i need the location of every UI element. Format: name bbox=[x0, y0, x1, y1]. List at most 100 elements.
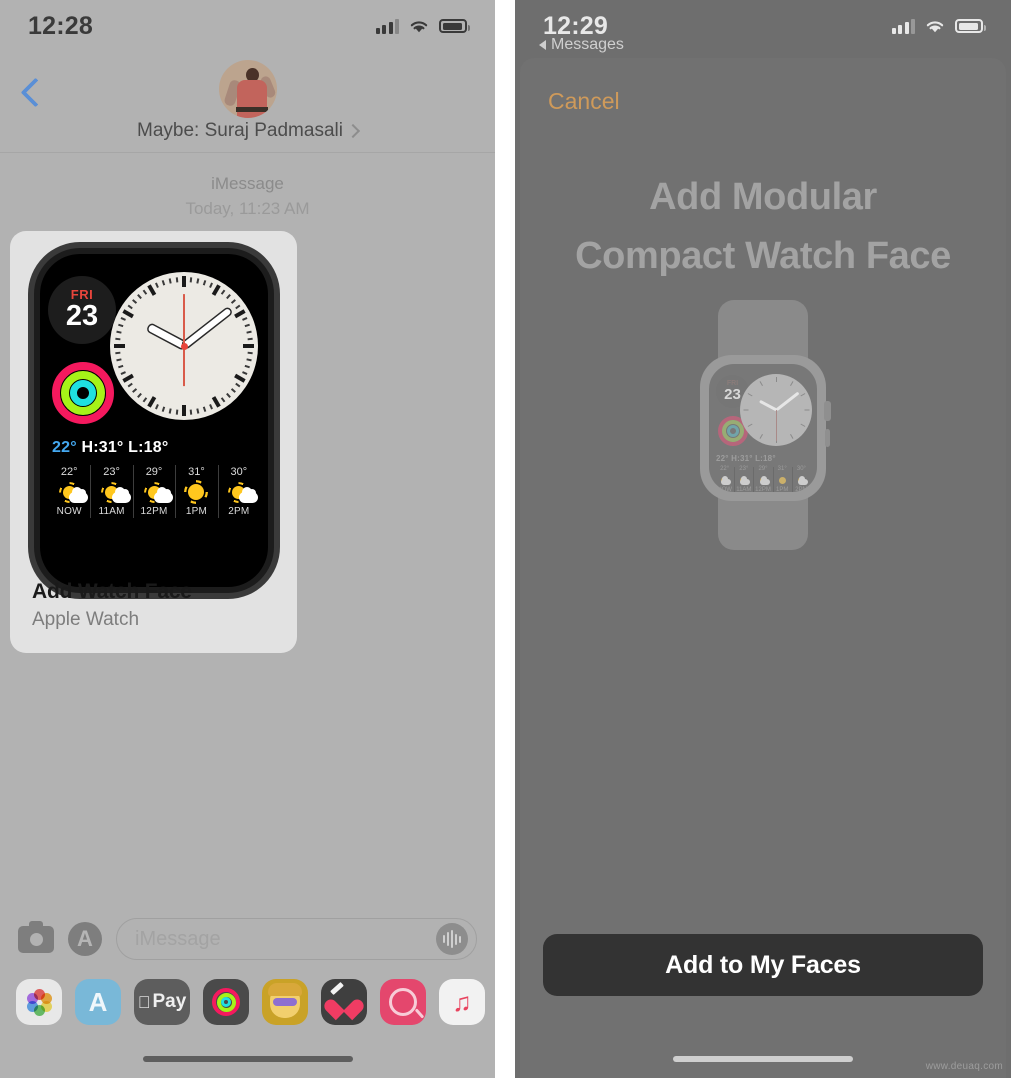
imessage-input[interactable]: iMessage bbox=[135, 928, 436, 951]
partly-cloudy-icon bbox=[48, 479, 90, 505]
status-indicators bbox=[375, 18, 470, 34]
preview-forecast-column: 29° 12PM bbox=[753, 466, 772, 492]
forecast-column: 29° 12PM bbox=[132, 463, 175, 520]
card-text-block: Add Watch Face Apple Watch bbox=[32, 580, 192, 631]
conversation-meta: iMessage Today, 11:23 AM bbox=[0, 172, 495, 221]
partly-cloudy-icon bbox=[715, 474, 734, 487]
search-input-wrapper[interactable]: iMessage bbox=[116, 918, 477, 960]
battery-icon bbox=[439, 19, 470, 33]
weather-forecast-grid: 22° NOW 23° 11AM 29° 12PM 31° 1PM 30° 2P… bbox=[48, 463, 260, 520]
preview-forecast-temp: 22° bbox=[720, 466, 730, 472]
preview-forecast-hour: 11AM bbox=[736, 486, 752, 492]
images-app-icon[interactable] bbox=[380, 979, 426, 1025]
partly-cloudy-icon bbox=[90, 479, 132, 505]
preview-forecast-hour: 1PM bbox=[776, 486, 789, 492]
clock-pivot bbox=[180, 342, 188, 350]
card-subtitle: Apple Watch bbox=[32, 609, 140, 630]
watch-body: FRI 23 22° H:31° L:18° 22° NOW 23° 11AM … bbox=[700, 355, 831, 501]
back-chevron-icon[interactable] bbox=[16, 78, 48, 110]
home-indicator[interactable] bbox=[673, 1056, 853, 1062]
back-triangle-icon bbox=[539, 40, 546, 50]
status-indicators bbox=[891, 18, 986, 34]
forecast-temp: 30° bbox=[230, 466, 248, 478]
add-to-my-faces-button[interactable]: Add to My Faces bbox=[543, 934, 983, 996]
date-day-number: 23 bbox=[65, 300, 99, 333]
partly-cloudy-icon bbox=[734, 474, 753, 487]
forecast-column: 23° 11AM bbox=[90, 463, 132, 520]
activity-rings-complication bbox=[52, 362, 114, 424]
preview-analog-clock bbox=[740, 374, 812, 446]
forecast-column: 31° 1PM bbox=[175, 463, 217, 520]
health-app-icon[interactable] bbox=[321, 979, 367, 1025]
forecast-temp: 23° bbox=[103, 466, 120, 478]
weather-high-low: H:31° L:18° bbox=[81, 439, 169, 456]
partly-cloudy-icon bbox=[792, 474, 811, 487]
wifi-icon bbox=[410, 21, 428, 33]
forecast-temp: 29° bbox=[145, 466, 163, 478]
avatar[interactable] bbox=[218, 60, 277, 118]
date-complication: FRI 23 bbox=[48, 276, 116, 344]
memoji-app-icon[interactable] bbox=[262, 979, 308, 1025]
preview-day-number: 23 bbox=[724, 386, 741, 404]
analog-clock bbox=[110, 272, 258, 420]
contact-name: Maybe: Suraj Padmasali bbox=[137, 120, 343, 141]
music-app-icon[interactable]: ♫ bbox=[439, 979, 485, 1025]
contact-info[interactable]: Maybe: Suraj Padmasali bbox=[0, 120, 495, 142]
card-title: Add Watch Face bbox=[32, 580, 192, 603]
battery-icon bbox=[955, 19, 986, 33]
watermark: www.deuaq.com bbox=[925, 1061, 1003, 1072]
forecast-column: 30° 2PM bbox=[217, 463, 260, 520]
back-to-messages-link[interactable]: Messages bbox=[539, 36, 624, 54]
cancel-button[interactable]: Cancel bbox=[548, 88, 620, 115]
watch-face-preview-image: FRI 23 22° H:31° L:18° 22° NOW 23° 11AM … bbox=[34, 248, 274, 593]
sunny-icon bbox=[175, 479, 217, 505]
forecast-temp: 31° bbox=[188, 466, 205, 478]
status-time: 12:28 bbox=[28, 11, 93, 40]
cellular-bars-icon bbox=[375, 18, 399, 34]
digital-crown-icon bbox=[824, 401, 831, 421]
cellular-bars-icon bbox=[891, 18, 915, 34]
preview-forecast-column: 31° 1PM bbox=[772, 466, 792, 492]
watch-face-message-card[interactable]: FRI 23 22° H:31° L:18° 22° NOW 23° 11AM … bbox=[10, 231, 297, 653]
preview-forecast-temp: 29° bbox=[758, 466, 768, 472]
camera-icon[interactable] bbox=[18, 920, 54, 953]
side-button-icon bbox=[825, 429, 830, 447]
left-status-bar: 12:28 bbox=[0, 0, 495, 52]
photos-app-icon[interactable] bbox=[16, 979, 62, 1025]
preview-forecast-hour: 12PM bbox=[755, 486, 771, 492]
app-store-app-icon[interactable]: A bbox=[75, 979, 121, 1025]
sunny-icon bbox=[773, 474, 792, 487]
partly-cloudy-icon bbox=[133, 479, 175, 505]
preview-forecast-temp: 31° bbox=[777, 466, 787, 472]
back-to-app-label: Messages bbox=[551, 36, 624, 53]
left-phone-screen: 12:28 Maybe: Suraj Padmasali iMessage To… bbox=[0, 0, 495, 1078]
chevron-right-icon bbox=[345, 123, 361, 139]
preview-weather-header: 22° H:31° L:18° bbox=[716, 454, 776, 463]
page-title: Add Modular Compact Watch Face bbox=[555, 168, 971, 286]
preview-forecast-temp: 23° bbox=[739, 466, 749, 472]
apple-logo-icon:  bbox=[138, 994, 151, 1011]
partly-cloudy-icon bbox=[218, 479, 260, 505]
clock-second-hand bbox=[183, 294, 185, 387]
preview-forecast-column: 23° 11AM bbox=[734, 466, 753, 492]
conversation-header: Maybe: Suraj Padmasali bbox=[0, 52, 495, 153]
weather-complication: 22° H:31° L:18° 22° NOW 23° 11AM 29° 12P… bbox=[48, 439, 260, 520]
apple-pay-app-icon[interactable]: Pay bbox=[134, 979, 190, 1025]
forecast-hour: 11AM bbox=[98, 506, 125, 518]
watch-face-screen: FRI 23 22° H:31° L:18° 22° NOW 23° 11AM … bbox=[40, 254, 268, 587]
page-title-line2: Compact Watch Face bbox=[575, 234, 951, 277]
two-phone-comparison: 12:28 Maybe: Suraj Padmasali iMessage To… bbox=[0, 0, 1011, 1078]
preview-forecast-grid: 22° NOW 23° 11AM 29° 12PM 31° 1PM 30° 2P… bbox=[715, 466, 811, 492]
audio-waveform-icon[interactable] bbox=[436, 923, 468, 955]
forecast-hour: 1PM bbox=[185, 506, 207, 518]
fitness-app-icon[interactable] bbox=[203, 979, 249, 1025]
home-indicator[interactable] bbox=[142, 1056, 353, 1062]
forecast-hour: 2PM bbox=[228, 506, 250, 518]
app-store-icon[interactable]: A bbox=[68, 922, 102, 956]
service-label: iMessage bbox=[211, 174, 284, 193]
preview-forecast-temp: 30° bbox=[796, 466, 806, 472]
forecast-hour: NOW bbox=[56, 506, 82, 518]
preview-forecast-column: 30° 2PM bbox=[791, 466, 811, 492]
watch-preview-screen: FRI 23 22° H:31° L:18° 22° NOW 23° 11AM … bbox=[709, 364, 817, 492]
right-phone-screen: 12:29 Messages Cancel Add Modular Compac… bbox=[515, 0, 1011, 1078]
